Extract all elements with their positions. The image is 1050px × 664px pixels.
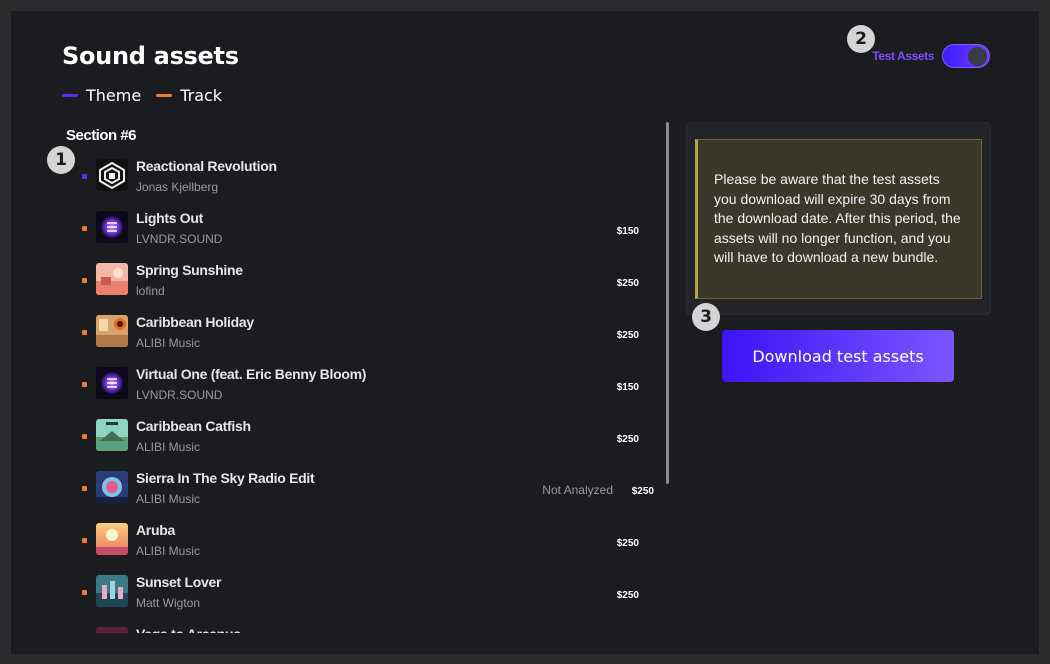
test-assets-toggle-group: Test Assets [872, 44, 990, 68]
track-name: Caribbean Holiday [136, 314, 254, 330]
legend-swatch-theme [62, 94, 78, 97]
track-price: $250 [616, 434, 639, 445]
track-name: Caribbean Catfish [136, 418, 251, 434]
album-art [96, 627, 128, 633]
track-list-scrollbar[interactable] [666, 122, 669, 484]
track-row[interactable]: Sierra In The Sky Radio Edit ALIBI Music N… [11, 463, 661, 515]
album-art [96, 315, 128, 347]
track-artist: ALIBI Music [136, 492, 201, 506]
album-art [96, 419, 128, 451]
track-artist: LVNDR.SOUND [136, 232, 223, 246]
legend-item-track: Track [156, 86, 222, 105]
track-name: Lights Out [136, 210, 203, 226]
track-name: Virtual One (feat. Eric Benny Bloom) [136, 366, 367, 382]
track-indicator [82, 538, 87, 543]
track-indicator [82, 590, 87, 595]
track-artist: lofind [136, 284, 165, 298]
album-art [96, 575, 128, 607]
album-art [96, 367, 128, 399]
track-indicator [82, 226, 87, 231]
track-price: $250 [616, 590, 639, 601]
section-title: Section #6 [66, 127, 137, 144]
step-marker-3: 3 [692, 303, 720, 331]
track-name: Sierra In The Sky Radio Edit [136, 470, 315, 486]
track-artist: Matt Wigton [136, 596, 201, 610]
theme-indicator [82, 174, 87, 179]
track-name: Sunset Lover [136, 574, 222, 590]
track-row[interactable]: Spring Sunshine lofind $250 [11, 255, 661, 307]
track-artist: ALIBI Music [136, 544, 201, 558]
album-art [96, 471, 128, 503]
album-art [96, 263, 128, 295]
step-marker-1: 1 [47, 146, 75, 174]
track-name: Reactional Revolution [136, 158, 277, 174]
track-price: $250 [616, 330, 639, 341]
page-title: Sound assets [62, 42, 239, 70]
legend: Theme Track [62, 86, 237, 105]
download-test-assets-button[interactable]: Download test assets [722, 330, 954, 382]
track-row[interactable]: Sunset Lover Matt Wigton $250 [11, 567, 661, 619]
notice-panel: Please be aware that the test assets you… [686, 122, 991, 315]
album-art [96, 159, 128, 191]
track-indicator [82, 278, 87, 283]
album-art [96, 523, 128, 555]
test-assets-label[interactable]: Test Assets [872, 49, 934, 63]
track-indicator [82, 486, 87, 491]
track-row[interactable]: Lights Out LVNDR.SOUND $150 [11, 203, 661, 255]
track-row[interactable]: Caribbean Catfish ALIBI Music $250 [11, 411, 661, 463]
track-artist: LVNDR.SOUND [136, 388, 223, 402]
legend-label-track: Track [180, 86, 223, 105]
track-price: $250 [616, 538, 639, 549]
track-name: Spring Sunshine [136, 262, 243, 278]
album-art [96, 211, 128, 243]
track-row[interactable]: Reactional Revolution Jonas Kjellberg [11, 151, 661, 203]
track-name: Vega to Arcanus [136, 626, 241, 633]
track-row[interactable]: Virtual One (feat. Eric Benny Bloom) LVND… [11, 359, 661, 411]
track-price: $250 [631, 486, 654, 497]
track-artist: ALIBI Music [136, 336, 201, 350]
track-row[interactable]: Aruba ALIBI Music $250 [11, 515, 661, 567]
track-indicator [82, 382, 87, 387]
sound-assets-app: Sound assets Theme Track Test Assets Sec… [11, 11, 1039, 654]
legend-label-theme: Theme [86, 86, 142, 105]
track-artist: Jonas Kjellberg [136, 180, 219, 194]
track-indicator [82, 330, 87, 335]
legend-swatch-track [156, 94, 173, 97]
toggle-knob [968, 47, 987, 66]
track-row[interactable]: Caribbean Holiday ALIBI Music $250 [11, 307, 661, 359]
track-artist: ALIBI Music [136, 440, 201, 454]
legend-item-theme: Theme [62, 86, 141, 105]
expiry-notice: Please be aware that the test assets you… [695, 139, 982, 299]
track-price: $150 [616, 382, 639, 393]
track-row[interactable]: Vega to Arcanus [11, 619, 661, 633]
step-marker-2: 2 [847, 25, 875, 53]
track-price: $150 [616, 226, 639, 237]
track-name: Aruba [136, 522, 175, 538]
track-indicator [82, 434, 87, 439]
test-assets-toggle[interactable] [942, 44, 990, 68]
track-price: $250 [616, 278, 639, 289]
track-list: Reactional Revolution Jonas Kjellberg Ligh… [11, 151, 661, 633]
analysis-status: Not Analyzed [542, 483, 613, 497]
